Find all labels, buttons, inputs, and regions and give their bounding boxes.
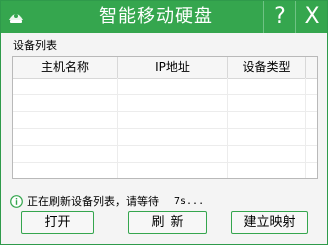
table-row [13, 95, 317, 112]
open-button[interactable]: 打开 [21, 211, 94, 234]
column-header-hostname[interactable]: 主机名称 [13, 57, 118, 78]
device-list-label: 设备列表 [13, 39, 57, 52]
table-row [13, 112, 317, 129]
app-window: 智能移动硬盘 ? X 设备列表 主机名称 IP地址 设备类型 正在刷新设备列表，… [0, 0, 328, 245]
help-button[interactable]: ? [263, 1, 296, 33]
table-row [13, 129, 317, 146]
column-header-ip[interactable]: IP地址 [118, 57, 228, 78]
table-row [13, 146, 317, 163]
status-message: 正在刷新设备列表，请等待 [27, 195, 159, 208]
table-row [13, 78, 317, 95]
table-row [13, 163, 317, 178]
device-table[interactable]: 主机名称 IP地址 设备类型 [12, 56, 318, 179]
refresh-button[interactable]: 刷新 [128, 211, 207, 234]
create-mapping-button[interactable]: 建立映射 [231, 211, 308, 234]
table-header: 主机名称 IP地址 设备类型 [13, 57, 317, 79]
close-button[interactable]: X [295, 1, 328, 33]
column-header-device-type[interactable]: 设备类型 [228, 57, 306, 78]
green-dome-logo-icon [9, 14, 23, 23]
column-header-filler [306, 57, 317, 78]
window-title: 智能移动硬盘 [99, 6, 213, 27]
info-icon [10, 195, 23, 208]
title-bar[interactable]: 智能移动硬盘 ? X [1, 1, 327, 33]
refresh-countdown: 7s... [174, 196, 205, 207]
